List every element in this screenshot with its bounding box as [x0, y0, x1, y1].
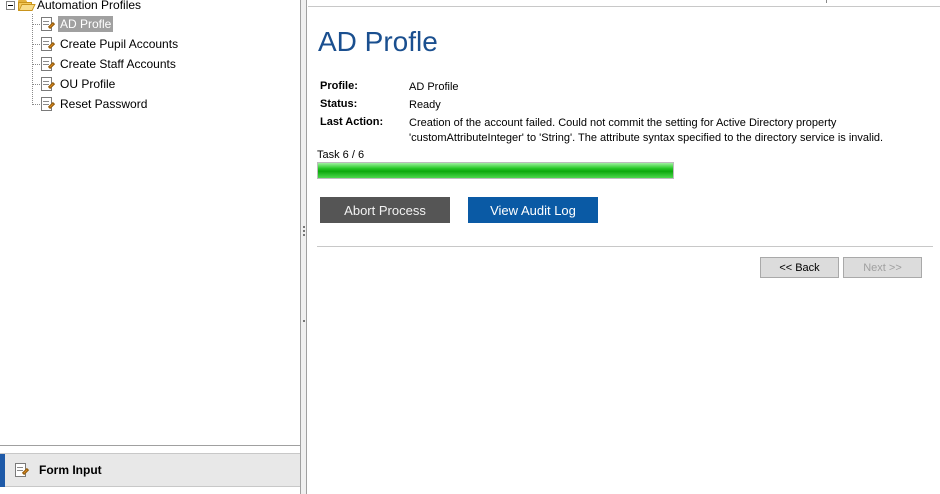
divider: [317, 246, 933, 247]
grip-dot: [303, 226, 305, 228]
status-label: Status:: [320, 98, 358, 110]
form-doc-icon: [40, 16, 56, 32]
main-panel: AD Profle Profile: AD Profile Status: Re…: [308, 0, 940, 494]
tree-item-label: Create Pupil Accounts: [60, 37, 179, 51]
form-doc-icon: [40, 96, 56, 112]
status-value: Ready: [409, 99, 441, 111]
tree-item-reset-password[interactable]: Reset Password: [40, 95, 149, 113]
nav-form-input[interactable]: Form Input: [0, 453, 300, 487]
tree-root-label: Automation Profiles: [37, 0, 142, 12]
form-doc-icon: [40, 36, 56, 52]
view-audit-log-button[interactable]: View Audit Log: [468, 197, 598, 223]
nav-form-input-label: Form Input: [39, 463, 102, 477]
last-action-label: Last Action:: [320, 116, 384, 128]
collapse-icon[interactable]: [6, 0, 15, 10]
back-button[interactable]: << Back: [760, 257, 839, 278]
tree-item-label: AD Profle: [58, 16, 114, 32]
form-doc-icon: [40, 76, 56, 92]
page-title: AD Profle: [318, 26, 438, 57]
nav-active-accent: [0, 454, 5, 487]
tree-item-create-staff-accounts[interactable]: Create Staff Accounts: [40, 55, 178, 73]
profile-value: AD Profile: [409, 81, 459, 93]
tree-connector: [32, 14, 33, 105]
tree-connector: [33, 24, 40, 25]
tree-item-label: OU Profile: [60, 77, 116, 91]
tree-connector: [33, 44, 40, 45]
tree-item-label: Create Staff Accounts: [60, 57, 176, 71]
task-progress-bar: [317, 162, 674, 179]
tree-root-automation-profiles[interactable]: Automation Profiles: [6, 0, 141, 13]
tree-connector: [33, 64, 40, 65]
tree-item-create-pupil-accounts[interactable]: Create Pupil Accounts: [40, 35, 180, 53]
tree-connector: [33, 84, 40, 85]
tree-item-ou-profile[interactable]: OU Profile: [40, 75, 117, 93]
open-folder-icon: [18, 0, 36, 11]
next-button[interactable]: Next >>: [843, 257, 922, 278]
tree-connector: [33, 104, 40, 105]
tree-item-ad-profle[interactable]: AD Profle: [40, 15, 114, 33]
task-progress-fill: [318, 163, 673, 178]
grip-dot: [303, 230, 305, 232]
profile-tree: Automation Profiles AD Profle Create Pup…: [0, 0, 300, 446]
tree-item-label: Reset Password: [60, 97, 148, 111]
grip-dot: [303, 320, 305, 322]
top-strip: [308, 0, 940, 7]
abort-process-button[interactable]: Abort Process: [320, 197, 450, 223]
form-doc-icon: [14, 462, 30, 478]
left-pane: Automation Profiles AD Profle Create Pup…: [0, 0, 301, 494]
last-action-value: Creation of the account failed. Could no…: [409, 117, 884, 144]
pane-splitter[interactable]: [301, 0, 307, 494]
grip-dot: [303, 234, 305, 236]
profile-label: Profile:: [320, 80, 358, 92]
task-progress-label: Task 6 / 6: [317, 149, 365, 161]
form-doc-icon: [40, 56, 56, 72]
